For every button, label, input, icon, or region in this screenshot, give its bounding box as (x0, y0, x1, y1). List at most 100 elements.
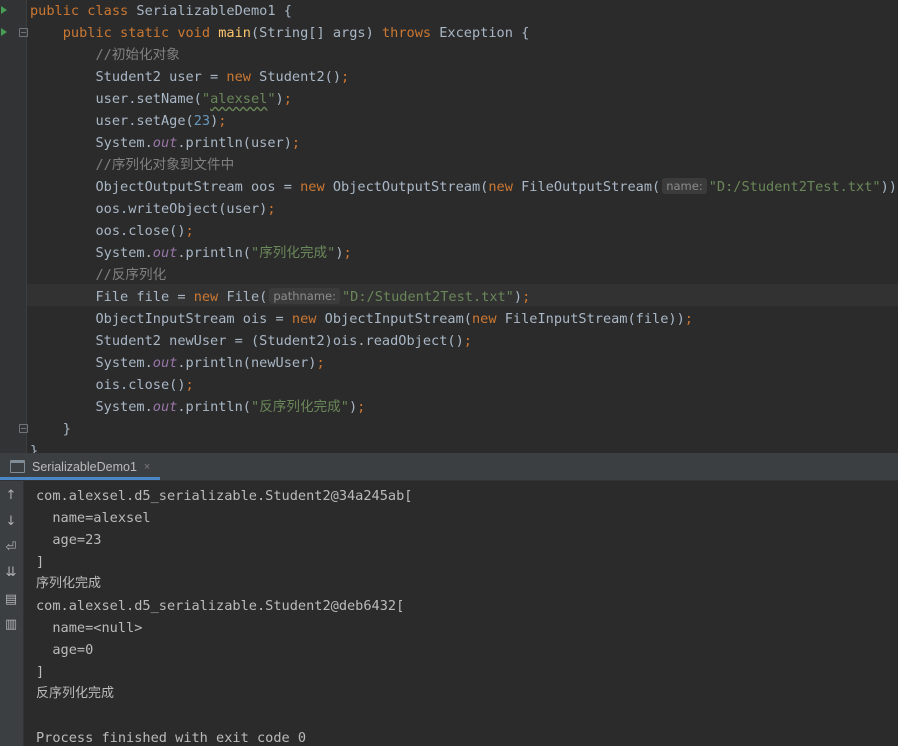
code-token: Student2() (259, 69, 342, 85)
up-arrow-icon[interactable]: ↑ (3, 488, 19, 504)
code-token: .println(newUser) (177, 355, 317, 371)
run-main-gutter[interactable] (0, 22, 28, 44)
code-line: oos.close(); (30, 220, 194, 242)
console-line: com.alexsel.d5_serializable.Student2@deb… (36, 598, 405, 614)
parameter-hint: pathname: (269, 288, 340, 304)
code-token: ; (291, 135, 301, 151)
code-token: ObjectOutputStream( (332, 179, 489, 195)
editor-gutter (0, 0, 28, 453)
code-token: ; (341, 69, 350, 85)
code-line: } (30, 440, 38, 453)
console-line: Process finished with exit code 0 (36, 730, 307, 746)
code-line: //反序列化 (30, 264, 166, 286)
code-line: ois.close(); (30, 374, 194, 396)
code-token: ) (348, 399, 358, 415)
console-line: name=<null> (36, 620, 143, 636)
code-token: 反序列化 (111, 267, 167, 283)
code-token: out (152, 355, 178, 371)
code-token: public static void (30, 25, 219, 41)
code-token: out (152, 245, 178, 261)
code-token: 23 (193, 113, 211, 129)
console-line: 序列化完成 (36, 576, 102, 591)
console-line: com.alexsel.d5_serializable.Student2@34a… (36, 488, 413, 504)
tab-serializable-demo1[interactable]: SerializableDemo1 × (10, 453, 150, 480)
code-token: System. (30, 135, 153, 151)
code-token: throws (381, 25, 440, 41)
code-token: new (488, 179, 522, 195)
code-token: System. (30, 245, 153, 261)
code-line: user.setAge(23); (30, 110, 226, 132)
console-line: age=23 (36, 532, 102, 548)
code-token: user.setAge( (30, 113, 194, 129)
code-token: out (152, 135, 178, 151)
code-line: public static void main(String[] args) t… (30, 22, 530, 44)
close-icon[interactable]: × (144, 461, 150, 473)
code-line: //序列化对象到文件中 (30, 154, 234, 176)
code-token: ; (185, 223, 194, 239)
code-token: " (340, 399, 349, 415)
console-line: ] (36, 664, 45, 680)
code-token: .println( (177, 399, 251, 415)
code-token: ) (335, 245, 344, 261)
print-icon[interactable]: ▤ (3, 592, 19, 608)
code-token: Student2 user = (30, 69, 227, 85)
code-token: FileOutputStream( (521, 179, 661, 195)
code-token: ; (522, 289, 531, 305)
code-token: .println(user) (177, 135, 292, 151)
code-token: 反序列化完成 (259, 399, 341, 415)
code-token: main (218, 25, 251, 41)
run-tool-window-tabbar: SerializableDemo1 × (0, 453, 898, 481)
fold-end-gutter[interactable] (0, 418, 28, 440)
fold-icon[interactable] (19, 28, 28, 37)
code-line: public class SerializableDemo1 { (30, 0, 292, 22)
code-token: new (471, 311, 505, 327)
trash-icon[interactable]: ▥ (3, 617, 19, 633)
run-icon[interactable] (1, 28, 7, 36)
code-token: new (300, 179, 333, 195)
code-token: ; (684, 311, 693, 327)
run-config-icon (10, 460, 25, 473)
code-line: //初始化对象 (30, 44, 179, 66)
tab-label: SerializableDemo1 (32, 459, 137, 474)
code-token: } (30, 421, 71, 437)
code-line: ObjectInputStream ois = new ObjectInputS… (30, 308, 693, 330)
parameter-hint: name: (662, 178, 707, 194)
console-output[interactable]: com.alexsel.d5_serializable.Student2@34a… (24, 481, 898, 746)
code-token: Student2 newUser = (Student2)ois.readObj… (30, 333, 464, 349)
code-token: 序列化对象到文件中 (111, 157, 235, 173)
code-token: ois.close() (30, 377, 186, 393)
scroll-to-end-icon[interactable]: ⇊ (3, 565, 19, 581)
fold-icon[interactable] (19, 424, 28, 433)
code-token: ObjectInputStream ois = (30, 311, 292, 327)
down-arrow-icon[interactable]: ↓ (3, 514, 19, 530)
code-token: ObjectOutputStream oos = (30, 179, 301, 195)
code-token: out (152, 399, 178, 415)
soft-wrap-icon[interactable]: ⏎ (3, 540, 19, 556)
code-token: Exception { (439, 25, 530, 41)
run-class-gutter[interactable] (0, 0, 26, 22)
code-token: ObjectInputStream( (324, 311, 472, 327)
code-token: ; (185, 377, 194, 393)
code-token: oos.close() (30, 223, 186, 239)
code-token: " (251, 399, 260, 415)
console-line: ] (36, 554, 45, 570)
code-token: ; (316, 355, 325, 371)
code-token: " (267, 91, 276, 107)
console-line: 反序列化完成 (36, 686, 115, 701)
code-line: ObjectOutputStream oos = new ObjectOutpu… (30, 176, 898, 198)
code-token: ; (357, 399, 366, 415)
run-toolbar: ↑ ↓ ⏎ ⇊ ▤ ▥ (0, 481, 24, 746)
code-token: (String[] args) (251, 25, 382, 41)
console-line: age=0 (36, 642, 94, 658)
code-token: "D:/Student2Test.txt" (708, 179, 881, 195)
code-token: // (30, 267, 112, 283)
code-token: System. (30, 355, 153, 371)
run-icon[interactable] (1, 6, 7, 14)
code-token: ; (283, 91, 292, 107)
code-token: System. (30, 399, 153, 415)
code-token: SerializableDemo1 { (136, 3, 292, 19)
code-token: } (30, 443, 39, 453)
code-editor[interactable]: public class SerializableDemo1 { public … (0, 0, 898, 453)
code-token: " (201, 91, 211, 107)
code-line: System.out.println("序列化完成"); (30, 242, 351, 264)
